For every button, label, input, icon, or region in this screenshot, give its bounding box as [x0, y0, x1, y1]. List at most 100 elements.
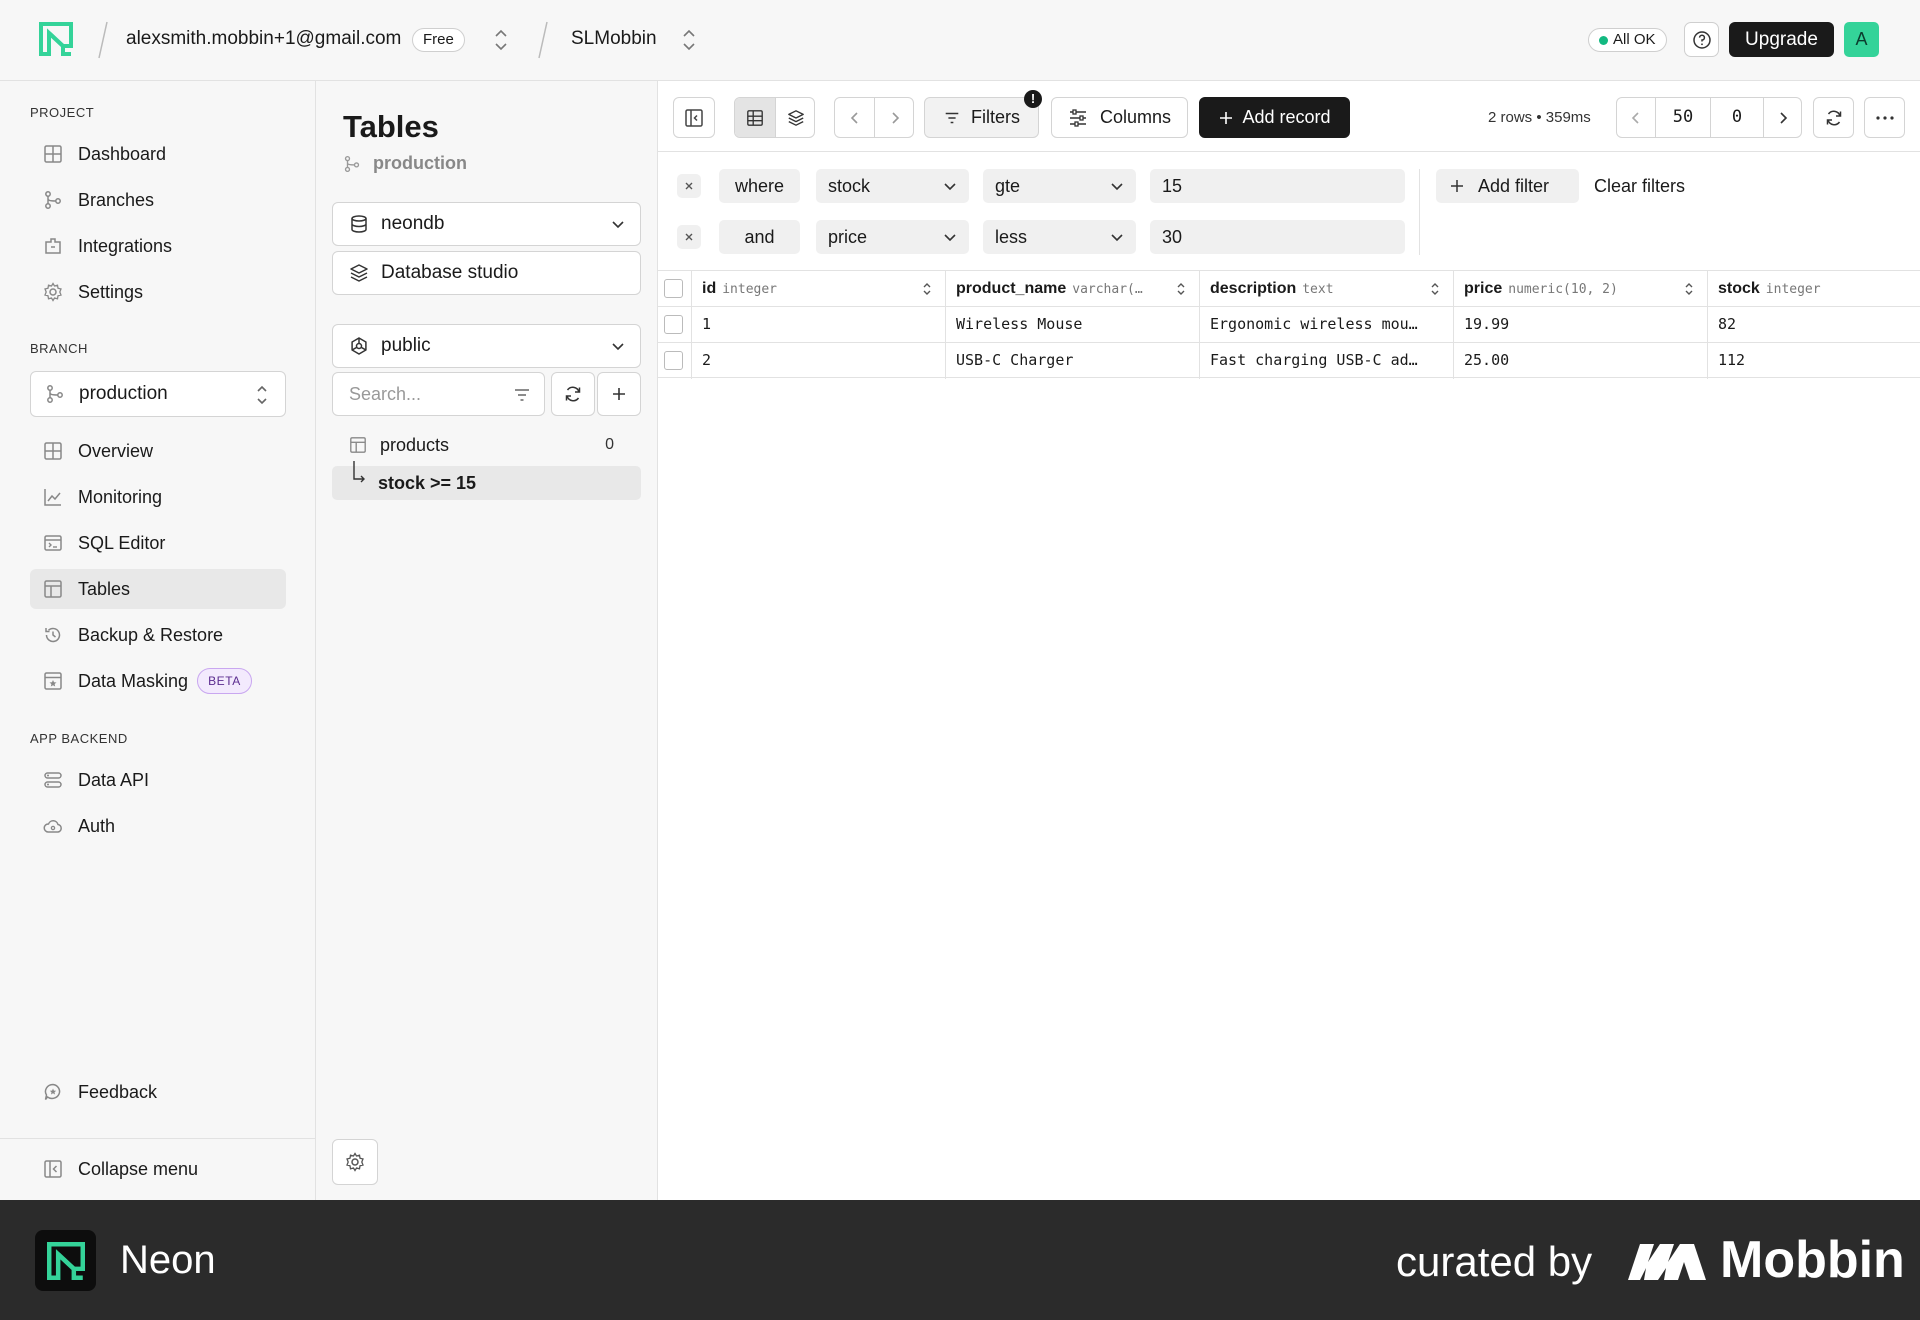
refresh-tables-button[interactable]	[551, 372, 595, 416]
footer-brand: Neon	[120, 1238, 216, 1282]
more-options-button[interactable]	[1864, 97, 1905, 138]
cell-description[interactable]: Fast charging USB-C ad…	[1200, 343, 1454, 379]
sidebar-item-settings[interactable]: Settings	[30, 272, 286, 312]
column-header-description[interactable]: description text	[1200, 271, 1454, 307]
cell-id[interactable]: 1	[692, 307, 946, 343]
branch-selector[interactable]: production	[30, 371, 286, 417]
account-email[interactable]: alexsmith.mobbin+1@gmail.com	[126, 28, 401, 50]
feedback-button[interactable]: Feedback	[30, 1072, 286, 1112]
help-button[interactable]	[1684, 22, 1719, 57]
column-name: id	[702, 280, 717, 297]
grid-view-button[interactable]	[735, 98, 775, 137]
sidebar-item-tables[interactable]: Tables	[30, 569, 286, 609]
select-all-checkbox[interactable]	[664, 279, 683, 298]
sidebar-item-sql-editor[interactable]: SQL Editor	[30, 523, 286, 563]
sidebar-item-data-masking[interactable]: Data Masking BETA	[30, 661, 286, 701]
table-item-products[interactable]: products 0	[332, 428, 641, 462]
neon-logo[interactable]	[39, 22, 73, 56]
row-checkbox[interactable]	[664, 315, 683, 334]
column-header-stock[interactable]: stock integer	[1708, 271, 1920, 307]
cell-stock[interactable]: 82	[1708, 307, 1920, 343]
panel-settings-button[interactable]	[332, 1139, 378, 1185]
toggle-sidebar-button[interactable]	[673, 97, 715, 138]
collapse-menu-label: Collapse menu	[78, 1158, 199, 1179]
table-row[interactable]: 2 USB-C Charger Fast charging USB-C ad… …	[658, 342, 1920, 379]
cell-price[interactable]: 25.00	[1454, 343, 1708, 379]
close-icon	[683, 180, 695, 192]
add-table-button[interactable]	[597, 372, 641, 416]
chevron-down-icon	[610, 215, 626, 233]
avatar[interactable]: A	[1844, 22, 1879, 57]
add-filter-button[interactable]: Add filter	[1436, 169, 1579, 203]
clear-filters-button[interactable]: Clear filters	[1594, 169, 1685, 203]
filters-button[interactable]: Filters !	[924, 90, 1042, 138]
filter-operator-value: gte	[995, 176, 1021, 196]
filter-divider	[1419, 169, 1420, 255]
saved-filter-view[interactable]: stock >= 15	[332, 461, 641, 500]
row-checkbox[interactable]	[664, 351, 683, 370]
remove-filter-button[interactable]	[677, 225, 701, 249]
sidebar-item-overview[interactable]: Overview	[30, 431, 286, 471]
filter-column-select[interactable]: price	[816, 220, 969, 254]
project-name[interactable]: SLMobbin	[571, 28, 657, 50]
collapse-menu-button[interactable]: Collapse menu	[30, 1149, 286, 1189]
refresh-button[interactable]	[1813, 97, 1854, 138]
database-selector-value: neondb	[381, 213, 445, 234]
chevron-down-icon	[943, 179, 957, 193]
filter-operator-select[interactable]: less	[983, 220, 1136, 254]
table-search-input[interactable]: Search...	[332, 372, 545, 416]
schema-selector[interactable]: public	[332, 324, 641, 368]
sidebar-item-auth[interactable]: Auth	[30, 806, 286, 846]
sidebar-item-integrations[interactable]: Integrations	[30, 226, 286, 266]
columns-button[interactable]: Columns	[1051, 97, 1188, 138]
chevron-updown-icon[interactable]	[492, 27, 510, 53]
database-studio-button[interactable]: Database studio	[332, 251, 641, 295]
chevron-updown-icon[interactable]	[680, 27, 698, 53]
sort-icon[interactable]	[1175, 281, 1187, 297]
cell-price[interactable]: 19.99	[1454, 307, 1708, 343]
column-header-price[interactable]: price numeric(10, 2)	[1454, 271, 1708, 307]
tables-panel: Tables production neondb Database studio…	[316, 81, 658, 1200]
branch-icon	[343, 155, 361, 173]
filter-column-select[interactable]: stock	[816, 169, 969, 203]
section-label-app-backend: APP BACKEND	[30, 731, 128, 746]
filter-operator-select[interactable]: gte	[983, 169, 1136, 203]
plus-icon	[1450, 179, 1464, 193]
column-header-id[interactable]: id integer	[692, 271, 946, 307]
cell-id[interactable]: 2	[692, 343, 946, 379]
sidebar-item-dashboard[interactable]: Dashboard	[30, 134, 286, 174]
back-button[interactable]	[835, 98, 874, 137]
filter-value-input[interactable]: 15	[1150, 169, 1405, 203]
filter-icon[interactable]	[512, 385, 532, 405]
limit-input[interactable]: 50	[1656, 98, 1710, 137]
offset-input[interactable]: 0	[1711, 98, 1763, 137]
next-page-button[interactable]	[1764, 98, 1801, 137]
filter-value-input[interactable]: 30	[1150, 220, 1405, 254]
column-header-product-name[interactable]: product_name varchar(…	[946, 271, 1200, 307]
cell-product-name[interactable]: USB-C Charger	[946, 343, 1200, 379]
prev-page-button[interactable]	[1617, 98, 1655, 137]
schema-view-button[interactable]	[776, 98, 814, 137]
table-row[interactable]: 1 Wireless Mouse Ergonomic wireless mou……	[658, 306, 1920, 343]
sidebar-item-label: Data API	[78, 769, 150, 790]
sidebar-item-label: Overview	[78, 440, 154, 461]
sidebar-item-branches[interactable]: Branches	[30, 180, 286, 220]
status-badge[interactable]: All OK	[1588, 28, 1667, 52]
cell-product-name[interactable]: Wireless Mouse	[946, 307, 1200, 343]
sort-icon[interactable]	[1683, 281, 1695, 297]
filter-conjunction[interactable]: where	[719, 169, 800, 203]
add-record-button[interactable]: Add record	[1199, 97, 1350, 138]
sort-icon[interactable]	[1429, 281, 1441, 297]
filter-conjunction[interactable]: and	[719, 220, 800, 254]
forward-button[interactable]	[875, 98, 913, 137]
sidebar-item-data-api[interactable]: Data API	[30, 760, 286, 800]
sidebar-item-backup-restore[interactable]: Backup & Restore	[30, 615, 286, 655]
upgrade-button[interactable]: Upgrade	[1729, 22, 1834, 57]
sidebar-item-monitoring[interactable]: Monitoring	[30, 477, 286, 517]
column-type: numeric(10, 2)	[1508, 282, 1618, 297]
database-selector[interactable]: neondb	[332, 202, 641, 246]
cell-description[interactable]: Ergonomic wireless mou…	[1200, 307, 1454, 343]
sort-icon[interactable]	[921, 281, 933, 297]
cell-stock[interactable]: 112	[1708, 343, 1920, 379]
remove-filter-button[interactable]	[677, 174, 701, 198]
